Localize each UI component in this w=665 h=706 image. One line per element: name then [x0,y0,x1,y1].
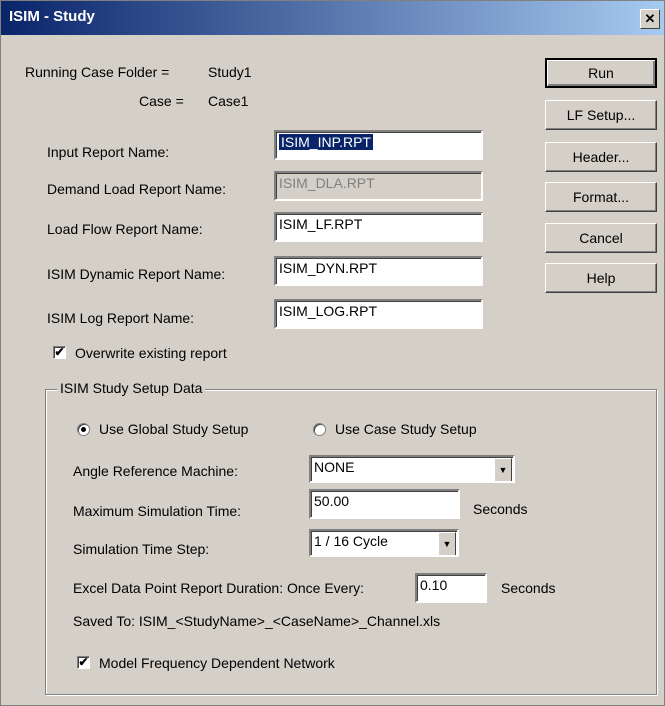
excel-duration-field[interactable]: 0.10 [415,573,487,603]
chevron-down-icon[interactable]: ▼ [438,532,456,555]
format-button[interactable]: Format... [545,182,657,212]
log-report-label: ISIM Log Report Name: [47,310,195,326]
isim-study-dialog: ISIM - Study ✕ Running Case Folder = Stu… [0,0,665,706]
time-step-dropdown[interactable]: 1 / 16 Cycle ▼ [309,529,459,557]
excel-duration-unit: Seconds [501,580,556,596]
demand-load-report-field: ISIM_DLA.RPT [274,171,483,201]
help-button[interactable]: Help [545,263,657,293]
run-button[interactable]: Run [545,58,657,88]
angle-reference-value: NONE [314,459,355,475]
log-report-field[interactable]: ISIM_LOG.RPT [274,299,483,329]
input-report-value: ISIM_INP.RPT [279,134,373,150]
dynamic-report-label: ISIM Dynamic Report Name: [47,266,226,282]
case-label: Case = [139,93,184,109]
time-step-value: 1 / 16 Cycle [314,533,388,549]
overwrite-label: Overwrite existing report [75,345,227,361]
angle-reference-label: Angle Reference Machine: [73,463,238,479]
load-flow-report-field[interactable]: ISIM_LF.RPT [274,212,483,242]
load-flow-report-label: Load Flow Report Name: [47,221,203,237]
frequency-network-label: Model Frequency Dependent Network [99,655,335,671]
dynamic-report-field[interactable]: ISIM_DYN.RPT [274,256,483,286]
max-simulation-time-unit: Seconds [473,501,528,517]
running-case-folder-value: Study1 [208,64,252,80]
running-case-folder-label: Running Case Folder = [25,64,170,80]
title-bar[interactable]: ISIM - Study ✕ [1,1,664,35]
demand-load-report-label: Demand Load Report Name: [47,181,226,197]
time-step-label: Simulation Time Step: [73,541,210,557]
case-value: Case1 [208,93,249,109]
input-report-label: Input Report Name: [47,144,170,160]
global-setup-radio[interactable] [77,423,90,436]
close-icon[interactable]: ✕ [640,9,660,29]
case-setup-radio[interactable] [313,423,326,436]
frequency-network-checkbox[interactable]: ✔ [77,656,90,669]
lf-setup-button[interactable]: LF Setup... [545,100,657,130]
max-simulation-time-label: Maximum Simulation Time: [73,503,242,519]
excel-duration-label: Excel Data Point Report Duration: Once E… [73,580,365,596]
saved-to-text: Saved To: ISIM_<StudyName>_<CaseName>_Ch… [73,613,441,629]
case-setup-label: Use Case Study Setup [335,421,477,437]
cancel-button[interactable]: Cancel [545,223,657,253]
chevron-down-icon[interactable]: ▼ [494,458,512,481]
input-report-field[interactable]: ISIM_INP.RPT [274,130,483,160]
window-title: ISIM - Study [9,8,95,25]
header-button[interactable]: Header... [545,142,657,172]
angle-reference-dropdown[interactable]: NONE ▼ [309,455,515,483]
max-simulation-time-field[interactable]: 50.00 [309,489,460,519]
global-setup-label: Use Global Study Setup [99,421,249,437]
overwrite-checkbox[interactable]: ✔ [53,346,66,359]
study-setup-group-title: ISIM Study Setup Data [57,380,206,396]
radio-selected-dot [81,427,86,432]
